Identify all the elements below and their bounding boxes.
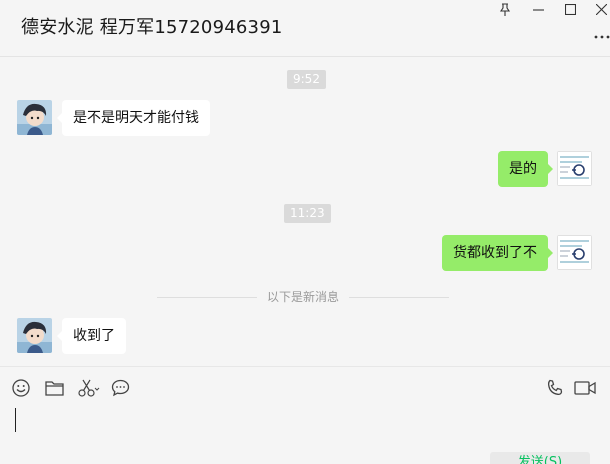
chat-header: 德安水泥 程万军15720946391 — [0, 0, 610, 57]
folder-icon[interactable] — [43, 377, 65, 399]
outgoing-message[interactable]: 是的 — [498, 151, 553, 187]
maximize-icon[interactable] — [559, 0, 581, 18]
chat-title: 德安水泥 程万军15720946391 — [21, 17, 283, 38]
more-icon[interactable] — [594, 30, 610, 40]
emoji-icon[interactable] — [10, 377, 32, 399]
voice-call-icon[interactable] — [544, 377, 566, 399]
my-avatar[interactable] — [557, 151, 592, 186]
new-messages-label: 以下是新消息 — [266, 290, 339, 304]
message-input[interactable]: 发送(S) — [0, 408, 610, 464]
screenshot-scissors-icon[interactable] — [77, 377, 101, 399]
incoming-message[interactable]: 收到了 — [57, 318, 126, 354]
input-toolbar — [0, 366, 610, 408]
contact-avatar[interactable] — [17, 318, 52, 353]
timestamp: 11:23 — [284, 204, 331, 223]
timestamp: 9:52 — [287, 70, 326, 89]
minimize-icon[interactable] — [527, 0, 549, 18]
my-avatar[interactable] — [557, 235, 592, 270]
close-icon[interactable] — [590, 0, 610, 18]
message-list[interactable]: 9:52 是不是明天才能付钱 是的 11:23 货都收到了不 以下是新消息 收到… — [0, 57, 610, 366]
outgoing-message[interactable]: 货都收到了不 — [442, 235, 553, 271]
send-button[interactable]: 发送(S) — [490, 452, 590, 464]
chat-history-icon[interactable] — [109, 377, 131, 399]
new-messages-divider: 以下是新消息 — [157, 290, 449, 304]
contact-avatar[interactable] — [17, 100, 52, 135]
text-cursor — [15, 408, 16, 432]
pin-icon[interactable] — [494, 0, 516, 18]
video-call-icon[interactable] — [573, 377, 597, 399]
incoming-message[interactable]: 是不是明天才能付钱 — [57, 100, 210, 136]
